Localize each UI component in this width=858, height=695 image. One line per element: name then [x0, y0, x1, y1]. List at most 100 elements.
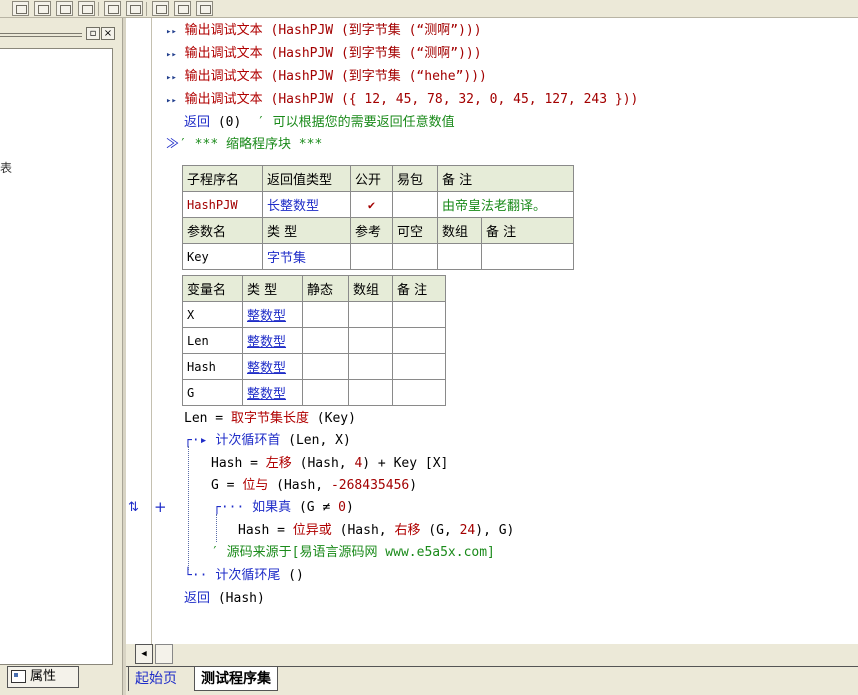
- remark-cell[interactable]: 由帝皇法老翻译。: [437, 191, 574, 218]
- code-line[interactable]: ▸▸ 输出调试文本 (HashPJW (到字节集 (“hehe”))): [166, 68, 487, 86]
- function-name: 计次循环尾: [215, 568, 281, 583]
- function-args: ), G): [475, 523, 515, 538]
- var-array-cell[interactable]: [348, 301, 393, 328]
- param-remark-cell[interactable]: [481, 243, 574, 270]
- header-var-name: 变量名: [182, 275, 243, 302]
- var-static-cell[interactable]: [302, 379, 349, 406]
- function-args: (Hash,: [291, 456, 355, 471]
- window-icon[interactable]: [78, 1, 95, 16]
- same-size-icon[interactable]: [196, 1, 213, 16]
- var-static-cell[interactable]: [302, 301, 349, 328]
- return-type-cell[interactable]: 长整数型: [262, 191, 351, 218]
- command-args: (HashPJW (到字节集 (“hehe”))): [262, 69, 487, 84]
- tab-test-program-set[interactable]: 测试程序集: [194, 667, 278, 691]
- expand-plus-icon[interactable]: +: [154, 498, 167, 516]
- same-height-icon[interactable]: [174, 1, 191, 16]
- loop-head-line[interactable]: ┌·▸ 计次循环首 (Len, X): [184, 432, 351, 450]
- table-icon[interactable]: [56, 1, 73, 16]
- code-comment-line[interactable]: ′ 源码来源于[易语言源码网 www.e5a5x.com]: [211, 544, 495, 562]
- function-name: 计次循环首: [215, 433, 281, 448]
- properties-icon: [11, 670, 26, 683]
- function-args: (G,: [420, 523, 460, 538]
- horizontal-scrollbar[interactable]: ◀: [126, 644, 858, 666]
- var-type-cell[interactable]: 整数型: [242, 379, 303, 406]
- command-args: (HashPJW (到字节集 (“测啊”))): [262, 23, 482, 38]
- var-remark-cell[interactable]: [392, 301, 446, 328]
- loop-guide-icon: └··: [184, 568, 216, 583]
- var-name-cell[interactable]: X: [182, 301, 243, 328]
- sub-name-cell[interactable]: HashPJW: [182, 191, 263, 218]
- function-args: ): [409, 478, 418, 493]
- header-param-ref: 参考: [350, 217, 393, 244]
- assign-lhs: Len =: [184, 411, 231, 426]
- code-line[interactable]: ▸▸ 输出调试文本 (HashPJW (到字节集 (“测啊”))): [166, 22, 482, 40]
- var-array-cell[interactable]: [348, 379, 393, 406]
- code-line[interactable]: 返回 (0) ′ 可以根据您的需要返回任意数值: [184, 114, 455, 132]
- loop-tail-line[interactable]: └·· 计次循环尾 (): [184, 567, 304, 585]
- function-args: (Key): [308, 411, 356, 426]
- var-static-cell[interactable]: [302, 353, 349, 380]
- tab-properties-label: 属性: [30, 669, 57, 684]
- scroll-left-icon[interactable]: ◀: [135, 644, 153, 664]
- scroll-thumb[interactable]: [155, 644, 173, 664]
- same-width-icon[interactable]: [152, 1, 169, 16]
- var-type-cell[interactable]: 整数型: [242, 353, 303, 380]
- var-array-cell[interactable]: [348, 353, 393, 380]
- variable-table: 变量名 类 型 静态 数组 备 注 X 整数型 Len 整数型 Hash 整数型…: [182, 275, 446, 406]
- tab-start-page[interactable]: 起始页: [128, 667, 183, 691]
- code-line[interactable]: 返回 (Hash): [184, 590, 265, 608]
- param-name-cell[interactable]: Key: [182, 243, 263, 270]
- code-line[interactable]: ▸▸ 输出调试文本 (HashPJW ({ 12, 45, 78, 32, 0,…: [166, 91, 638, 109]
- toolbar-separator: [98, 2, 99, 16]
- layout-icon[interactable]: [34, 1, 51, 16]
- tab-properties[interactable]: 属性: [7, 666, 79, 688]
- code-line[interactable]: Hash = 左移 (Hash, 4) + Key [X]: [211, 455, 448, 473]
- grid-icon[interactable]: [12, 1, 29, 16]
- loop-guide-line: [188, 446, 189, 570]
- var-type-cell[interactable]: 整数型: [242, 301, 303, 328]
- param-array-cell[interactable]: [437, 243, 482, 270]
- align-left-icon[interactable]: [104, 1, 121, 16]
- align-bottom-icon[interactable]: [126, 1, 143, 16]
- var-remark-cell[interactable]: [392, 353, 446, 380]
- var-name-cell[interactable]: G: [182, 379, 243, 406]
- function-args: (Hash,: [268, 478, 331, 493]
- var-remark-cell[interactable]: [392, 379, 446, 406]
- function-name: 位与: [242, 478, 269, 493]
- code-editor[interactable]: ▸▸ 输出调试文本 (HashPJW (到字节集 (“测啊”))) ▸▸ 输出调…: [126, 18, 858, 644]
- code-line[interactable]: Len = 取字节集长度 (Key): [184, 410, 356, 428]
- var-name-cell[interactable]: Len: [182, 327, 243, 354]
- function-args: ) + Key [X]: [362, 456, 449, 471]
- assign-lhs: Hash =: [211, 456, 266, 471]
- fold-marker-icon[interactable]: ⇅: [128, 500, 139, 515]
- collapsed-block-line[interactable]: ≫′ *** 缩略程序块 ***: [166, 136, 322, 154]
- panel-title-bar: ▫ ×: [0, 26, 118, 42]
- collapse-arrow-icon[interactable]: ≫: [166, 137, 179, 152]
- function-args: ): [345, 500, 354, 515]
- code-comment: ′ 可以根据您的需要返回任意数值: [256, 115, 455, 130]
- param-ref-cell[interactable]: [350, 243, 393, 270]
- param-type-cell[interactable]: 字节集: [262, 243, 351, 270]
- code-line[interactable]: G = 位与 (Hash, -268435456): [211, 477, 417, 495]
- tab-label: 起始页: [135, 671, 177, 687]
- if-true-line[interactable]: ┌··· 如果真 (G ≠ 0): [213, 499, 354, 517]
- panel-text: 表: [0, 161, 13, 175]
- function-args: (): [280, 568, 304, 583]
- var-static-cell[interactable]: [302, 327, 349, 354]
- code-line[interactable]: Hash = 位异或 (Hash, 右移 (G, 24), G): [238, 522, 514, 540]
- maximize-icon[interactable]: ▫: [86, 27, 100, 40]
- public-check-icon[interactable]: ✔: [350, 191, 393, 218]
- var-name-cell[interactable]: Hash: [182, 353, 243, 380]
- easy-pkg-cell[interactable]: [392, 191, 438, 218]
- var-remark-cell[interactable]: [392, 327, 446, 354]
- var-array-cell[interactable]: [348, 327, 393, 354]
- param-nullable-cell[interactable]: [392, 243, 438, 270]
- function-name: 左移: [265, 456, 292, 471]
- function-name: 位异或: [292, 523, 332, 538]
- close-icon[interactable]: ×: [101, 27, 115, 40]
- code-line[interactable]: ▸▸ 输出调试文本 (HashPJW (到字节集 (“测啊”))): [166, 45, 482, 63]
- assign-lhs: Hash =: [238, 523, 293, 538]
- var-type-cell[interactable]: 整数型: [242, 327, 303, 354]
- grip-line: [0, 33, 82, 34]
- header-var-remark: 备 注: [392, 275, 446, 302]
